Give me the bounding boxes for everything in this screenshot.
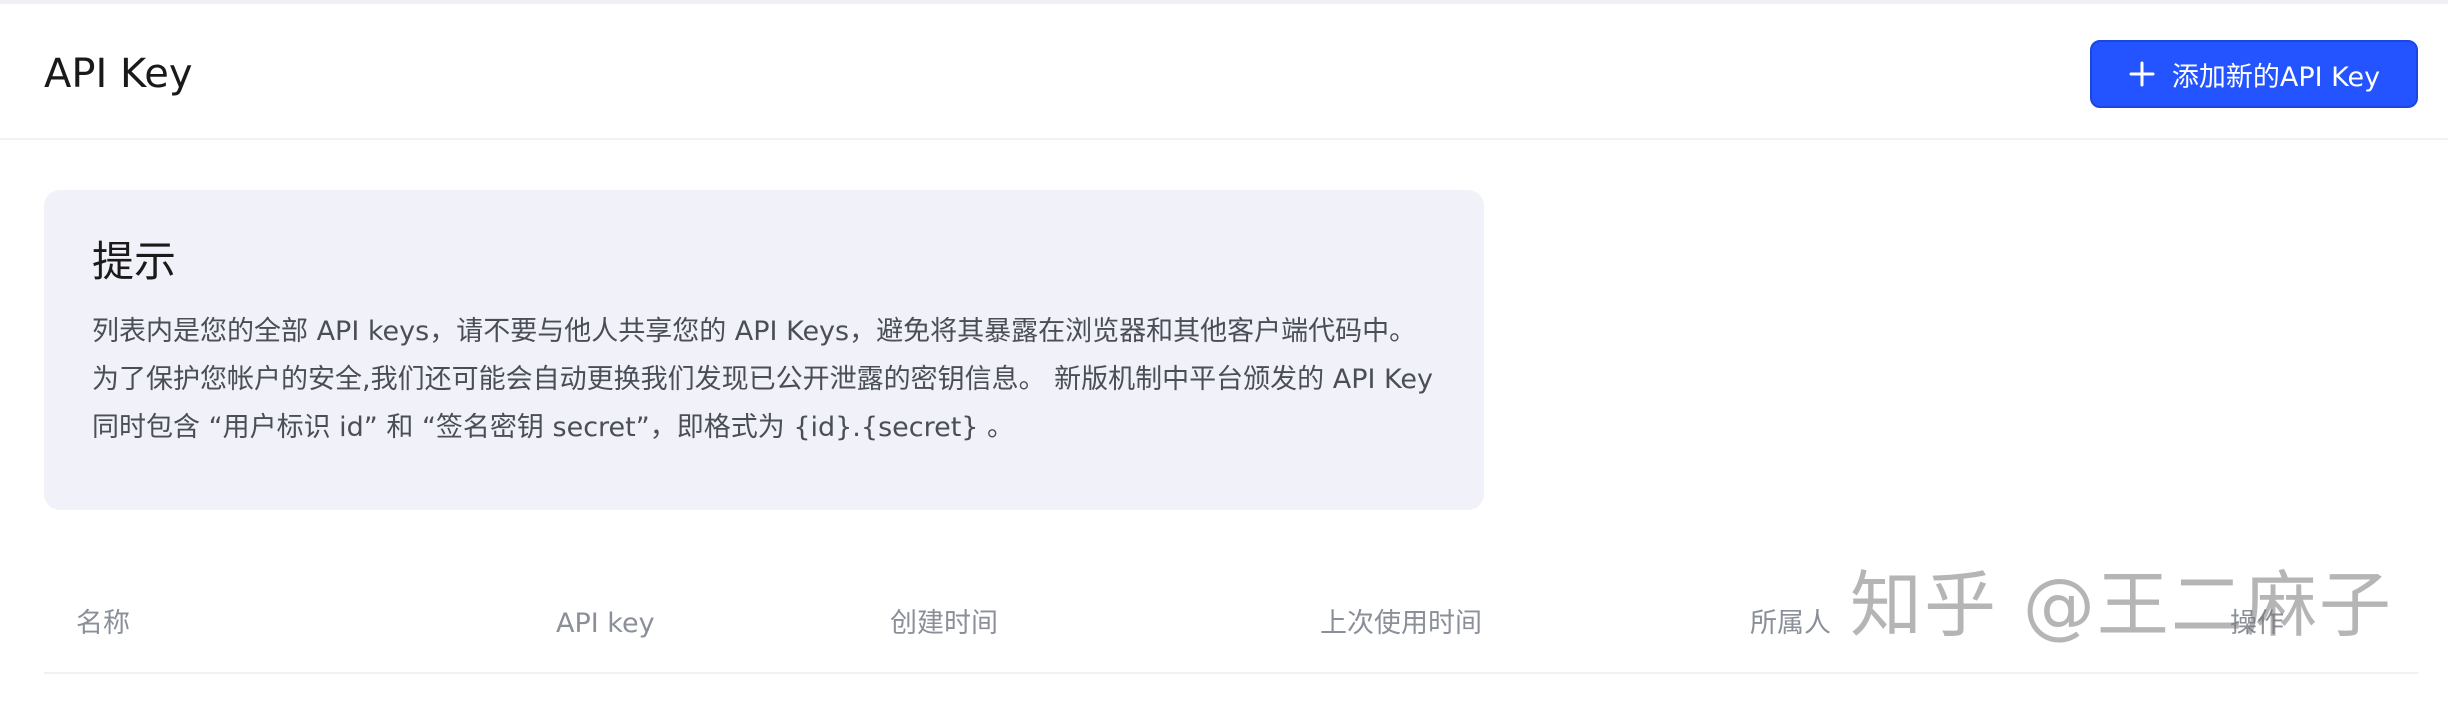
column-header-name: 名称 bbox=[76, 608, 130, 639]
column-header-owner: 所属人 bbox=[1750, 608, 1831, 639]
add-api-key-label: 添加新的API Key bbox=[2171, 61, 2381, 93]
page-title: API Key bbox=[44, 51, 193, 97]
page-header: API Key 添加新的API Key bbox=[0, 4, 2448, 140]
tip-box: 提示 列表内是您的全部 API keys，请不要与他人共享您的 API Keys… bbox=[44, 190, 1484, 510]
table-header: 名称 API key 创建时间 上次使用时间 所属人 操作 bbox=[44, 586, 2418, 674]
column-header-actions: 操作 bbox=[2230, 608, 2284, 639]
add-api-key-button[interactable]: 添加新的API Key bbox=[2090, 40, 2418, 108]
tip-text: 列表内是您的全部 API keys，请不要与他人共享您的 API Keys，避免… bbox=[92, 316, 1433, 443]
column-header-created-time: 创建时间 bbox=[890, 608, 998, 639]
column-header-api-key: API key bbox=[556, 608, 655, 639]
plus-icon bbox=[2128, 60, 2156, 88]
column-header-last-used-time: 上次使用时间 bbox=[1320, 608, 1482, 639]
tip-title: 提示 bbox=[92, 237, 177, 286]
